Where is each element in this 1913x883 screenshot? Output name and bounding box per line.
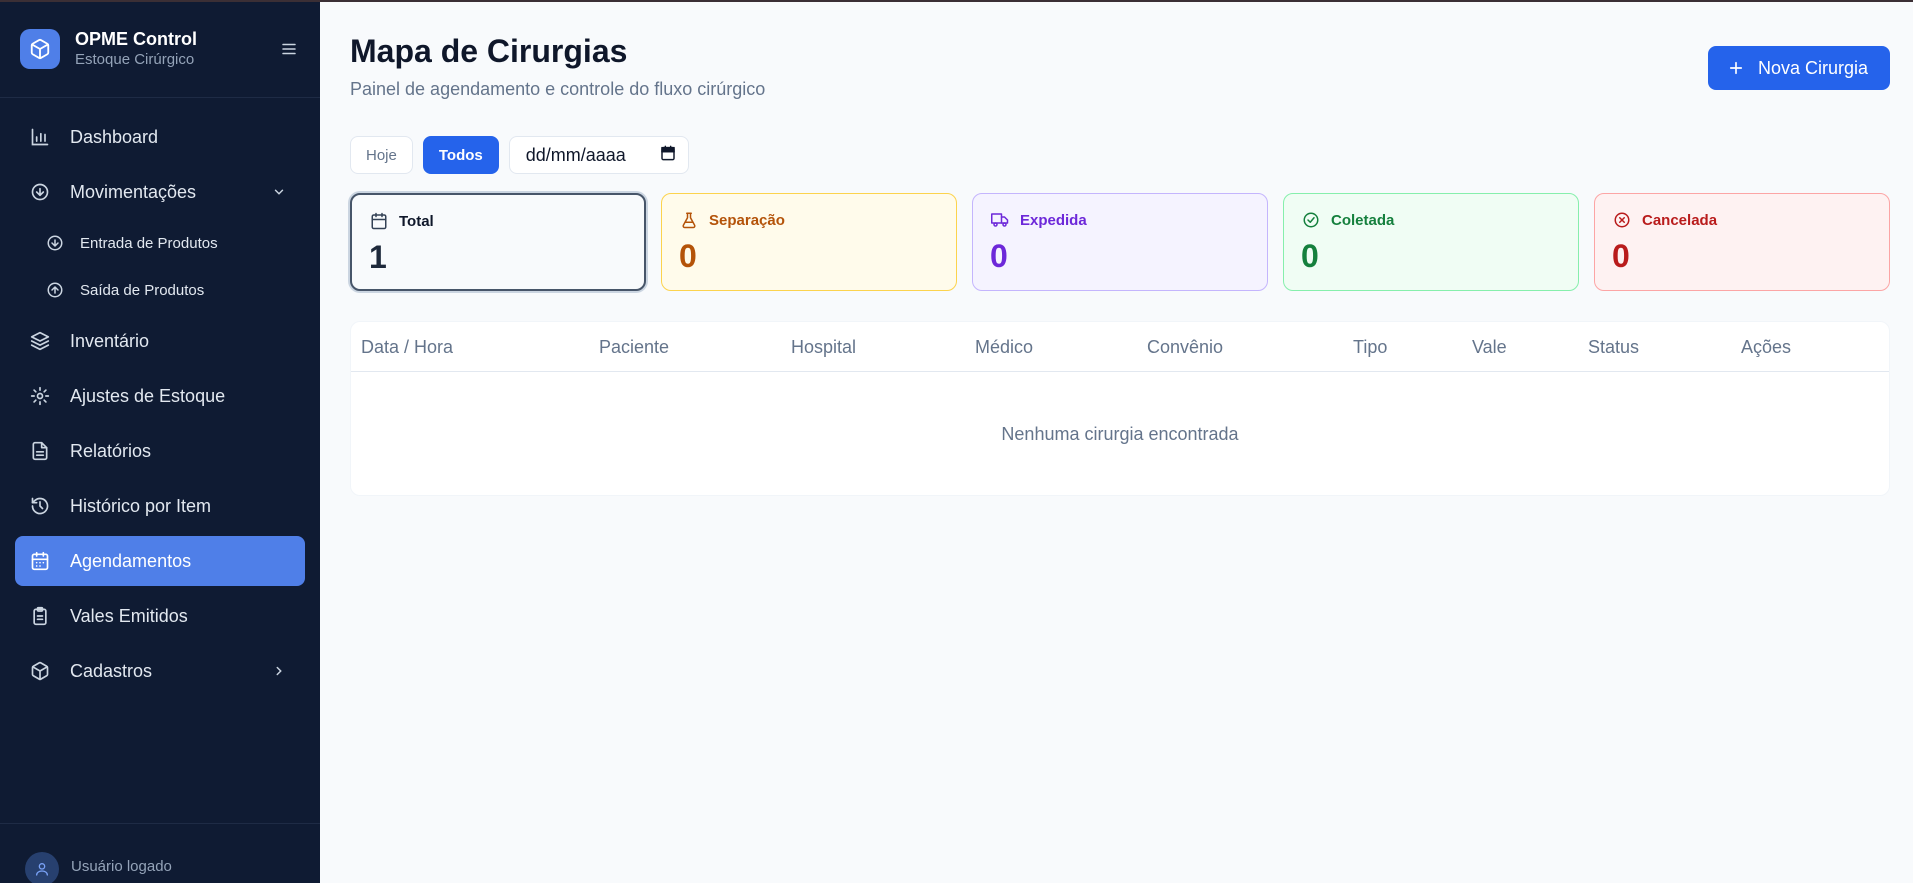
column-header-acoes: Ações: [1741, 337, 1792, 357]
column-header-status: Status: [1588, 337, 1640, 357]
stat-label: Coletada: [1331, 211, 1395, 229]
column-header-data-hora: Data / Hora: [361, 337, 454, 357]
check-circle-icon: [1301, 210, 1321, 230]
column-header-medico: Médico: [975, 337, 1034, 357]
status-summary-cards: Total 1 Separação 0 Expedida 0 Coletada …: [350, 193, 1890, 291]
sidebar-item-label: Histórico por Item: [70, 495, 212, 516]
sidebar-item-label: Cadastros: [70, 660, 153, 681]
table-header: Data / Hora Paciente Hospital Médico Con…: [351, 322, 1889, 372]
brand-text: OPME Control Estoque Cirúrgico: [75, 28, 278, 70]
stat-label: Separação: [709, 211, 785, 229]
sidebar-item-label: Movimentações: [70, 181, 197, 202]
sidebar: OPME Control Estoque Cirúrgico Dashboard…: [0, 0, 320, 883]
history-icon: [30, 496, 50, 516]
arrow-up-circle-icon: [45, 280, 65, 300]
date-filter-input[interactable]: dd/mm/aaaa: [508, 136, 689, 174]
sidebar-subitem-label: Saída de Produtos: [80, 281, 205, 299]
sidebar-item-vales-emitidos[interactable]: Vales Emitidos: [15, 591, 305, 641]
flask-icon: [679, 210, 699, 230]
truck-icon: [990, 210, 1010, 230]
stat-card-cancelada[interactable]: Cancelada 0: [1594, 193, 1890, 291]
column-header-vale: Vale: [1472, 337, 1507, 357]
sidebar-item-label: Relatórios: [70, 440, 152, 461]
sidebar-item-agendamentos[interactable]: Agendamentos: [15, 536, 305, 586]
sidebar-item-relatorios[interactable]: Relatórios: [15, 426, 305, 476]
empty-state-message: Nenhuma cirurgia encontrada: [1001, 424, 1239, 444]
column-header-convenio: Convênio: [1147, 337, 1224, 357]
chevron-down-icon: [269, 182, 289, 202]
box-icon: [20, 28, 60, 69]
plus-icon: [1726, 58, 1746, 78]
window-top-border: [0, 0, 1913, 2]
sidebar-item-cadastros[interactable]: Cadastros: [15, 646, 305, 696]
stat-label: Total: [399, 212, 434, 230]
filter-today-button[interactable]: Hoje: [350, 136, 413, 174]
main-content: Mapa de Cirurgias Painel de agendamento …: [320, 0, 1913, 883]
calendar-icon[interactable]: [660, 145, 676, 166]
page-title: Mapa de Cirurgias: [350, 33, 628, 69]
layers-icon: [30, 331, 50, 351]
stat-value: 0: [1301, 238, 1319, 274]
arrow-down-circle-icon: [30, 182, 50, 202]
sidebar-item-label: Agendamentos: [70, 550, 192, 571]
chevron-right-icon: [269, 661, 289, 681]
sidebar-item-label: Inventário: [70, 330, 150, 351]
avatar: [25, 852, 59, 883]
sidebar-item-movimentacoes[interactable]: Movimentações: [15, 167, 305, 217]
stat-card-coletada[interactable]: Coletada 0: [1283, 193, 1579, 291]
arrow-down-circle-icon: [45, 233, 65, 253]
sidebar-nav: Dashboard Movimentações Entrada de Produ…: [0, 98, 320, 696]
column-header-paciente: Paciente: [599, 337, 670, 357]
date-placeholder: dd/mm/aaaa: [525, 144, 626, 165]
sidebar-subitem-entrada-produtos[interactable]: Entrada de Produtos: [15, 222, 305, 264]
x-circle-icon: [1612, 210, 1632, 230]
column-header-tipo: Tipo: [1353, 337, 1388, 357]
surgeries-table: Data / Hora Paciente Hospital Médico Con…: [350, 321, 1890, 496]
stat-card-separacao[interactable]: Separação 0: [661, 193, 957, 291]
box-icon: [30, 661, 50, 681]
gear-icon: [30, 386, 50, 406]
bar-chart-icon: [30, 127, 50, 147]
sidebar-item-inventario[interactable]: Inventário: [15, 316, 305, 366]
page-header: Mapa de Cirurgias Painel de agendamento …: [350, 0, 1890, 118]
filter-all-button[interactable]: Todos: [422, 136, 499, 174]
column-header-hospital: Hospital: [791, 337, 857, 357]
app-title: OPME Control: [75, 28, 197, 49]
stat-value: 0: [990, 238, 1008, 274]
stat-label: Expedida: [1020, 211, 1087, 229]
stat-value: 0: [1612, 238, 1630, 274]
stat-card-expedida[interactable]: Expedida 0: [972, 193, 1268, 291]
user-label: Usuário logado: [71, 858, 172, 875]
filter-bar: Hoje Todos dd/mm/aaaa: [350, 131, 1890, 179]
calendar-icon: [369, 211, 389, 231]
sidebar-item-historico-item[interactable]: Histórico por Item: [15, 481, 305, 531]
brand-header: OPME Control Estoque Cirúrgico: [0, 0, 320, 98]
sidebar-item-ajustes-estoque[interactable]: Ajustes de Estoque: [15, 371, 305, 421]
page-subtitle: Painel de agendamento e controle do flux…: [350, 79, 766, 99]
stat-value: 0: [679, 238, 697, 274]
sidebar-item-label: Vales Emitidos: [70, 605, 188, 626]
sidebar-item-label: Ajustes de Estoque: [70, 385, 226, 406]
sidebar-user[interactable]: Usuário logado: [0, 823, 320, 883]
new-surgery-label: Nova Cirurgia: [1757, 57, 1868, 78]
stat-card-total[interactable]: Total 1: [350, 193, 646, 291]
sidebar-subitem-saida-produtos[interactable]: Saída de Produtos: [15, 269, 305, 311]
menu-toggle-icon[interactable]: [278, 38, 300, 60]
sidebar-subitem-label: Entrada de Produtos: [80, 234, 218, 252]
app-subtitle: Estoque Cirúrgico: [75, 50, 195, 68]
stat-label: Cancelada: [1642, 211, 1718, 229]
sidebar-item-dashboard[interactable]: Dashboard: [15, 112, 305, 162]
clipboard-icon: [30, 606, 50, 626]
stat-value: 1: [369, 239, 387, 275]
new-surgery-button[interactable]: Nova Cirurgia: [1707, 46, 1890, 90]
file-text-icon: [30, 441, 50, 461]
calendar-icon: [30, 551, 50, 571]
sidebar-item-label: Dashboard: [70, 126, 159, 147]
